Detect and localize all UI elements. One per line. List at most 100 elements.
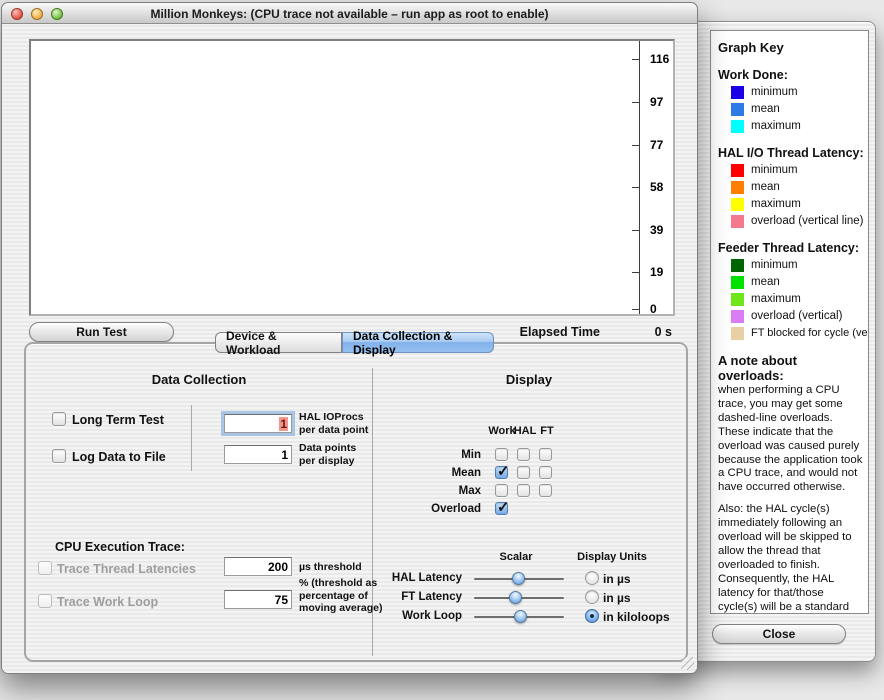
legend-item: FT blocked for cycle (vertical) — [731, 326, 863, 340]
ft-overload-swatch — [731, 310, 744, 323]
long-term-test-label: Long Term Test — [72, 413, 164, 427]
mean-hal-checkbox[interactable] — [517, 466, 530, 479]
cpu-execution-trace-title: CPU Execution Trace: — [55, 540, 185, 554]
legend-item: maximum — [731, 119, 863, 133]
long-term-test-checkbox[interactable] — [52, 412, 66, 426]
min-row-label: Min — [397, 449, 481, 461]
percent-threshold-field[interactable]: 75 — [224, 590, 292, 609]
hal-ioprocs-label: HAL IOProcs per data point — [299, 411, 368, 436]
display-title: Display — [374, 372, 684, 387]
slider-thumb[interactable] — [512, 572, 525, 585]
elapsed-time-label: Elapsed Time — [520, 325, 600, 339]
axis-tick — [632, 59, 639, 60]
trace-work-loop-checkbox[interactable] — [38, 594, 52, 608]
ft-in-us-label: in µs — [603, 591, 631, 605]
field-group-divider — [191, 405, 192, 471]
legend-item: minimum — [731, 85, 863, 99]
data-collection-title: Data Collection — [24, 372, 374, 387]
axis-tick-label: 116 — [650, 52, 692, 66]
data-points-label: Data points per display — [299, 442, 356, 467]
work-min-swatch — [731, 86, 744, 99]
ft-in-us-radio[interactable] — [585, 590, 599, 604]
elapsed-time-value: 0 s — [655, 325, 672, 339]
overload-note-body: when performing a CPU trace, you may get… — [718, 384, 863, 495]
scalar-header: Scalar — [481, 551, 551, 563]
window-title: Million Monkeys: (CPU trace not availabl… — [2, 7, 697, 21]
work-loop-kiloloops-label: in kiloloops — [603, 610, 670, 624]
min-work-checkbox[interactable] — [495, 448, 508, 461]
axis-tick-label: 39 — [650, 223, 692, 237]
work-loop-label: Work Loop — [377, 610, 462, 622]
min-hal-checkbox[interactable] — [517, 448, 530, 461]
hal-min-swatch — [731, 164, 744, 177]
display-units-header: Display Units — [572, 551, 652, 563]
ft-latency-label: FT Latency — [377, 591, 462, 603]
graph-y-axis — [639, 41, 640, 314]
ft-min-swatch — [731, 259, 744, 272]
mean-row-label: Mean — [397, 467, 481, 479]
work-loop-kiloloops-radio[interactable] — [585, 609, 599, 623]
work-loop-slider[interactable] — [474, 616, 564, 618]
trace-thread-latencies-label: Trace Thread Latencies — [57, 562, 196, 576]
axis-tick-label: 58 — [650, 180, 692, 194]
axis-tick-label: 0 — [650, 302, 692, 316]
slider-thumb[interactable] — [514, 610, 527, 623]
ft-latency-slider[interactable] — [474, 597, 564, 599]
tab-data-collection-display[interactable]: Data Collection & Display — [342, 332, 494, 353]
trace-thread-latencies-checkbox[interactable] — [38, 561, 52, 575]
axis-tick-label: 97 — [650, 95, 692, 109]
legend-item: mean — [731, 180, 863, 194]
min-ft-checkbox[interactable] — [539, 448, 552, 461]
hal-latency-label: HAL Latency — [377, 572, 462, 584]
run-test-button[interactable]: Run Test — [29, 322, 174, 342]
tab-bar: Device & Workload Data Collection & Disp… — [215, 332, 494, 353]
hal-latency-slider[interactable] — [474, 578, 564, 580]
max-hal-checkbox[interactable] — [517, 484, 530, 497]
axis-tick — [632, 230, 639, 231]
feeder-latency-heading: Feeder Thread Latency: — [718, 241, 863, 255]
us-threshold-label: µs threshold — [299, 561, 362, 574]
work-mean-swatch — [731, 103, 744, 116]
overload-note-title: A note about overloads: — [718, 353, 863, 383]
max-ft-checkbox[interactable] — [539, 484, 552, 497]
max-work-checkbox[interactable] — [495, 484, 508, 497]
hal-overload-swatch — [731, 215, 744, 228]
window-body: 116 97 77 58 39 19 0 Run Test Elapsed Ti… — [2, 24, 697, 673]
trace-work-loop-label: Trace Work Loop — [57, 595, 158, 609]
ft-blocked-swatch — [731, 327, 744, 340]
legend-item: maximum — [731, 292, 863, 306]
ft-max-swatch — [731, 293, 744, 306]
hal-in-us-label: in µs — [603, 572, 631, 586]
axis-tick-label: 19 — [650, 265, 692, 279]
resize-grip[interactable] — [681, 657, 694, 670]
axis-tick — [632, 309, 639, 310]
axis-tick-label: 77 — [650, 138, 692, 152]
close-button[interactable]: Close — [712, 624, 846, 644]
tab-device-workload[interactable]: Device & Workload — [215, 332, 342, 353]
hal-in-us-radio[interactable] — [585, 571, 599, 585]
us-threshold-field[interactable]: 200 — [224, 557, 292, 576]
axis-tick — [632, 102, 639, 103]
ft-mean-swatch — [731, 276, 744, 289]
main-window: Million Monkeys: (CPU trace not availabl… — [1, 2, 698, 674]
overload-work-checkbox[interactable] — [495, 502, 508, 515]
data-points-field[interactable]: 1 — [224, 445, 292, 464]
mean-work-checkbox[interactable] — [495, 466, 508, 479]
axis-tick — [632, 145, 639, 146]
legend-item: overload (vertical line) — [731, 214, 863, 228]
work-max-swatch — [731, 120, 744, 133]
hal-max-swatch — [731, 198, 744, 211]
axis-tick — [632, 187, 639, 188]
graph-area: 116 97 77 58 39 19 0 — [29, 39, 675, 316]
slider-thumb[interactable] — [509, 591, 522, 604]
max-row-label: Max — [397, 485, 481, 497]
hal-ioprocs-field[interactable]: 1 — [224, 414, 292, 433]
overload-note-body-2: Also: the HAL cycle(s) immediately follo… — [718, 503, 863, 614]
axis-tick — [632, 272, 639, 273]
mean-ft-checkbox[interactable] — [539, 466, 552, 479]
graph-key-title: Graph Key — [718, 40, 863, 55]
legend-item: mean — [731, 275, 863, 289]
log-data-to-file-checkbox[interactable] — [52, 449, 66, 463]
legend-item: maximum — [731, 197, 863, 211]
legend-item: mean — [731, 102, 863, 116]
